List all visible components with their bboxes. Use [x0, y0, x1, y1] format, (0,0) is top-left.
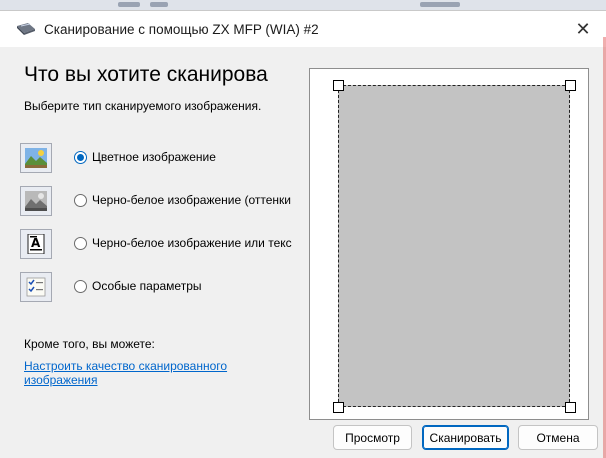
taskbar-fragment — [118, 2, 140, 7]
option-label: Особые параметры — [92, 279, 202, 293]
option-black-white-text[interactable]: A Черно-белое изображение или текс — [20, 229, 302, 259]
background-window-strip — [0, 0, 606, 10]
page-heading: Что вы хотите сканирова — [24, 63, 268, 86]
scanner-app-icon — [17, 23, 35, 35]
option-label: Черно-белое изображение или текс — [92, 236, 292, 250]
scan-area-selection[interactable] — [338, 85, 570, 407]
custom-settings-icon[interactable] — [20, 272, 52, 302]
preview-pane — [309, 68, 589, 420]
adjust-quality-link[interactable]: Настроить качество сканированного изобра… — [24, 359, 294, 387]
scan-button[interactable]: Сканировать — [422, 425, 509, 450]
close-icon: ✕ — [575, 18, 591, 39]
page-subtitle: Выберите тип сканируемого изображения. — [24, 99, 262, 113]
crop-handle-top-right[interactable] — [565, 80, 576, 91]
crop-handle-bottom-right[interactable] — [565, 402, 576, 413]
taskbar-fragment — [420, 2, 460, 7]
title-bar[interactable]: Сканирование с помощью ZX MFP (WIA) #2 ✕ — [0, 11, 606, 47]
crop-handle-top-left[interactable] — [333, 80, 344, 91]
black-white-text-icon[interactable]: A — [20, 229, 52, 259]
option-grayscale-picture[interactable]: Черно-белое изображение (оттенки — [20, 186, 302, 216]
option-color-picture[interactable]: Цветное изображение — [20, 143, 302, 173]
radio-black-white-text[interactable] — [74, 237, 87, 250]
radio-color-picture[interactable] — [74, 151, 87, 164]
also-label: Кроме того, вы можете: — [24, 337, 155, 351]
grayscale-picture-icon[interactable] — [20, 186, 52, 216]
option-label: Цветное изображение — [92, 150, 216, 164]
svg-text:A: A — [31, 236, 41, 250]
window-title: Сканирование с помощью ZX MFP (WIA) #2 — [44, 22, 319, 37]
scan-dialog: Сканирование с помощью ZX MFP (WIA) #2 ✕… — [0, 10, 606, 458]
radio-grayscale-picture[interactable] — [74, 194, 87, 207]
color-picture-icon[interactable] — [20, 143, 52, 173]
option-label: Черно-белое изображение (оттенки — [92, 193, 291, 207]
radio-custom-settings[interactable] — [74, 280, 87, 293]
close-button[interactable]: ✕ — [560, 11, 606, 47]
preview-button[interactable]: Просмотр — [333, 425, 412, 450]
taskbar-fragment — [150, 2, 168, 7]
crop-handle-bottom-left[interactable] — [333, 402, 344, 413]
option-custom-settings[interactable]: Особые параметры — [20, 272, 302, 302]
cancel-button[interactable]: Отмена — [518, 425, 598, 450]
